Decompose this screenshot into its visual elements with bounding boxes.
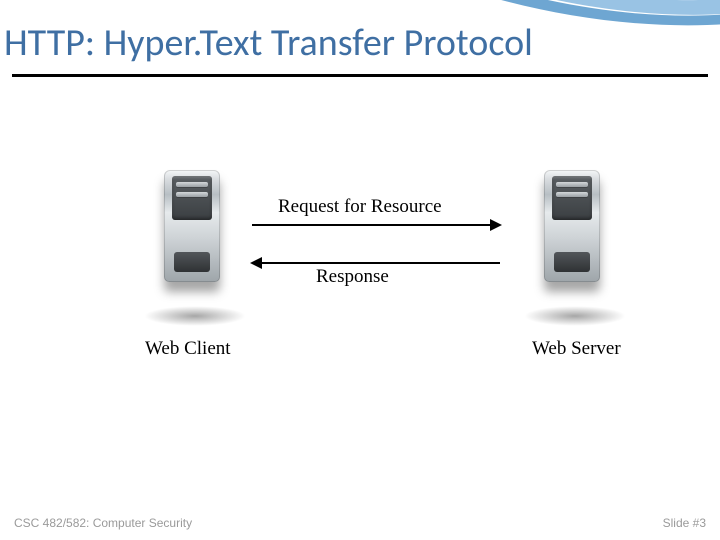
server-computer-icon bbox=[530, 170, 620, 310]
footer-slide-number: Slide #3 bbox=[663, 516, 706, 530]
title-underline bbox=[12, 74, 708, 77]
client-computer-icon bbox=[150, 170, 240, 310]
response-arrow bbox=[252, 262, 500, 264]
request-arrow bbox=[252, 224, 500, 226]
server-label: Web Server bbox=[532, 338, 621, 360]
response-label: Response bbox=[316, 266, 389, 288]
footer-course: CSC 482/582: Computer Security bbox=[14, 516, 192, 530]
http-diagram: Request for Resource Response Web Client… bbox=[0, 170, 720, 430]
client-label: Web Client bbox=[145, 338, 231, 360]
request-label: Request for Resource bbox=[278, 196, 442, 218]
slide-title: HTTP: Hyper.Text Transfer Protocol bbox=[4, 20, 716, 66]
